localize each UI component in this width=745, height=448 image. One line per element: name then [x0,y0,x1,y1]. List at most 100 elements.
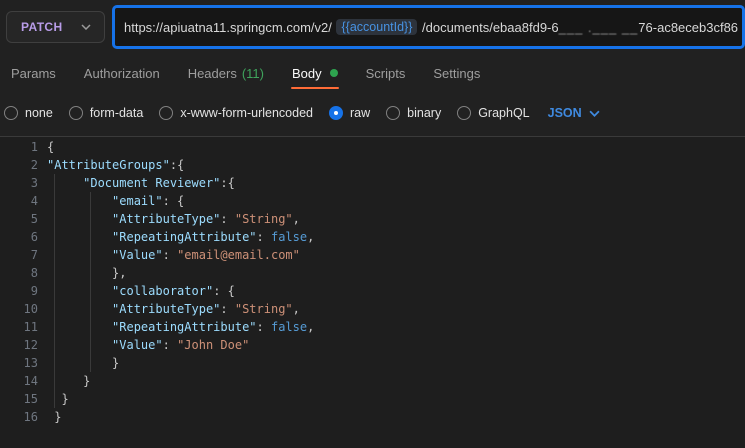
body-type-none[interactable]: none [4,106,53,120]
line-number: 2 [30,158,38,172]
indent-guide [54,174,55,408]
line-number: 5 [30,212,38,226]
editor-row: 11 "RepeatingAttribute": false, [0,318,745,336]
editor-row: 12 "Value": "John Doe" [0,336,745,354]
code-line[interactable]: }, [38,264,126,282]
code-line[interactable]: } [38,372,90,390]
editor-row: 5 "AttributeType": "String", [0,210,745,228]
radio-icon[interactable] [386,106,401,120]
headers-count-badge: (11) [241,65,264,81]
redacted-guid-segment: ___ .___ __ [558,19,639,35]
tab-settings[interactable]: Settings [432,54,481,92]
code-lines: 1{2 "AttributeGroups":{3 "Document Review… [0,138,745,426]
code-line[interactable]: "Value": "John Doe" [38,336,249,354]
code-line[interactable]: } [38,408,61,426]
editor-row: 13 } [0,354,745,372]
code-line[interactable]: "AttributeType": "String", [38,210,300,228]
editor-row: 6 "RepeatingAttribute": false, [0,228,745,246]
method-label: PATCH [21,20,63,34]
indent-guide [90,192,91,372]
code-line[interactable]: "email": { [38,192,184,210]
editor-row: 16 } [0,408,745,426]
raw-format-dropdown[interactable]: JSON [548,106,600,120]
tab-label: Authorization [83,65,160,81]
tab-params[interactable]: Params [10,54,57,92]
line-number: 9 [30,284,38,298]
raw-format-label: JSON [547,106,582,120]
editor-row: 14 } [0,372,745,390]
line-number: 4 [30,194,38,208]
body-type-raw[interactable]: raw [329,106,370,120]
body-type-graphql[interactable]: GraphQL [457,106,530,120]
radio-label: GraphQL [478,106,530,120]
code-line[interactable]: { [38,138,54,156]
radio-label: form-data [89,106,144,120]
line-number: 6 [30,230,38,244]
account-id-variable-chip[interactable]: {{accountId}} [336,19,418,35]
chevron-down-icon [589,110,600,117]
code-line[interactable]: "RepeatingAttribute": false, [38,228,314,246]
unsaved-changes-dot-icon [329,69,338,77]
line-number: 11 [23,320,38,334]
code-line[interactable]: "Document Reviewer":{ [38,174,235,192]
chevron-down-icon [81,24,91,30]
url-input[interactable]: https://apiuatna11.springcm.com/v2/ {{ac… [112,5,745,49]
line-number: 7 [30,248,38,262]
tab-body[interactable]: Body [290,54,339,92]
radio-label: x-www-form-urlencoded [180,106,313,120]
line-number: 12 [23,338,38,352]
tab-headers[interactable]: Headers (11) [187,54,265,92]
radio-icon[interactable] [4,106,18,120]
editor-row: 3 "Document Reviewer":{ [0,174,745,192]
radio-label: raw [350,106,371,120]
request-bar: PATCH https://apiuatna11.springcm.com/v2… [0,0,745,54]
method-selector[interactable]: PATCH [6,11,105,43]
body-type-binary[interactable]: binary [386,106,441,120]
editor-row: 1{ [0,138,745,156]
radio-label: binary [407,106,442,120]
line-number: 8 [30,266,38,280]
radio-icon[interactable] [457,106,472,120]
tab-label: Params [11,65,56,81]
code-line[interactable]: "Value": "email@email.com" [38,246,300,264]
editor-row: 9 "collaborator": { [0,282,745,300]
code-line[interactable]: "RepeatingAttribute": false, [38,318,314,336]
url-path-2: aa8fd9-6 [507,19,559,35]
request-tabs: Params Authorization Headers (11) Body Script… [0,54,745,92]
radio-label: none [25,106,53,120]
editor-row: 8 }, [0,264,745,282]
line-number: 13 [23,356,38,370]
url-path: /documents/eb [418,19,508,35]
body-type-options: none form-data x-www-form-urlencoded raw bin… [4,106,530,120]
editor-row: 4 "email": { [0,192,745,210]
editor-row: 10 "AttributeType": "String", [0,300,745,318]
url-suffix: 76-ac8eceb3cf86 [638,19,739,35]
code-line[interactable]: "collaborator": { [38,282,235,300]
body-code-editor[interactable]: 1{2 "AttributeGroups":{3 "Document Review… [0,136,745,448]
line-number: 1 [30,140,38,154]
line-number: 16 [23,410,38,424]
radio-icon[interactable] [159,106,174,120]
editor-row: 15 } [0,390,745,408]
line-number: 3 [30,176,38,190]
editor-row: 2 "AttributeGroups":{ [0,156,745,174]
code-line[interactable]: } [38,354,119,372]
radio-icon[interactable] [68,106,83,120]
body-type-form-data[interactable]: form-data [68,106,144,120]
tab-label: Body [291,65,322,81]
tab-scripts[interactable]: Scripts [365,54,407,92]
url-prefix: https://apiuatna11.springcm.com/v2/ [124,19,336,35]
code-line[interactable]: "AttributeType": "String", [38,300,300,318]
code-line[interactable]: "AttributeGroups":{ [38,156,184,174]
radio-icon[interactable] [329,106,343,120]
tab-authorization[interactable]: Authorization [83,54,161,92]
line-number: 15 [23,392,38,406]
tab-label: Settings [433,65,481,81]
editor-row: 7 "Value": "email@email.com" [0,246,745,264]
tab-label: Scripts [365,65,406,81]
body-type-x-www-form-urlencoded[interactable]: x-www-form-urlencoded [159,106,313,120]
line-number: 10 [23,302,38,316]
tab-label: Headers [187,65,237,81]
line-number: 14 [23,374,38,388]
body-type-row: none form-data x-www-form-urlencoded raw bin… [0,92,745,134]
